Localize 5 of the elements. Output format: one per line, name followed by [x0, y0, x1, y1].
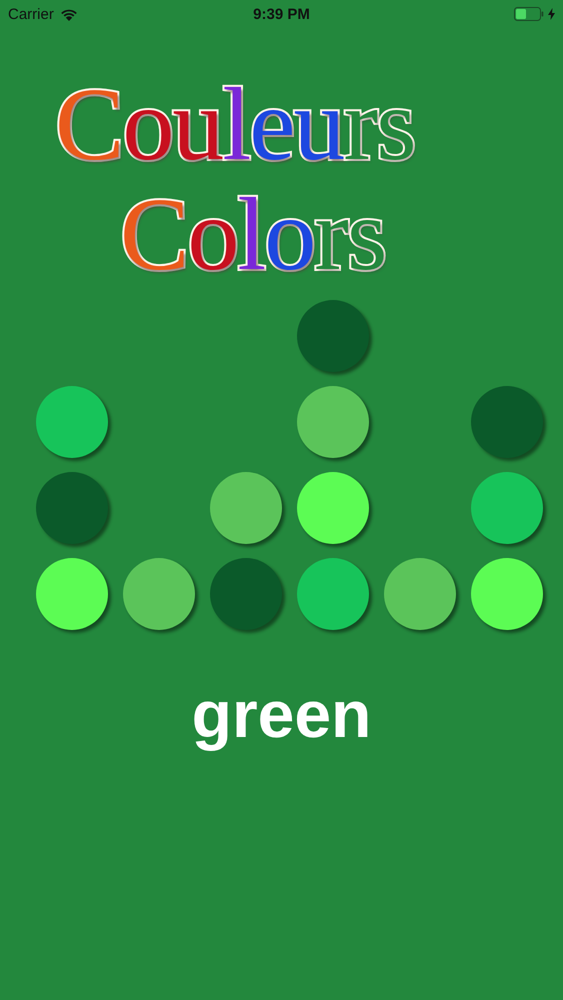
- status-time: 9:39 PM: [253, 6, 310, 22]
- carrier-label: Carrier: [8, 6, 54, 22]
- color-name: green: [190, 676, 372, 753]
- wifi-icon: [60, 8, 78, 20]
- battery-icon: [514, 7, 544, 21]
